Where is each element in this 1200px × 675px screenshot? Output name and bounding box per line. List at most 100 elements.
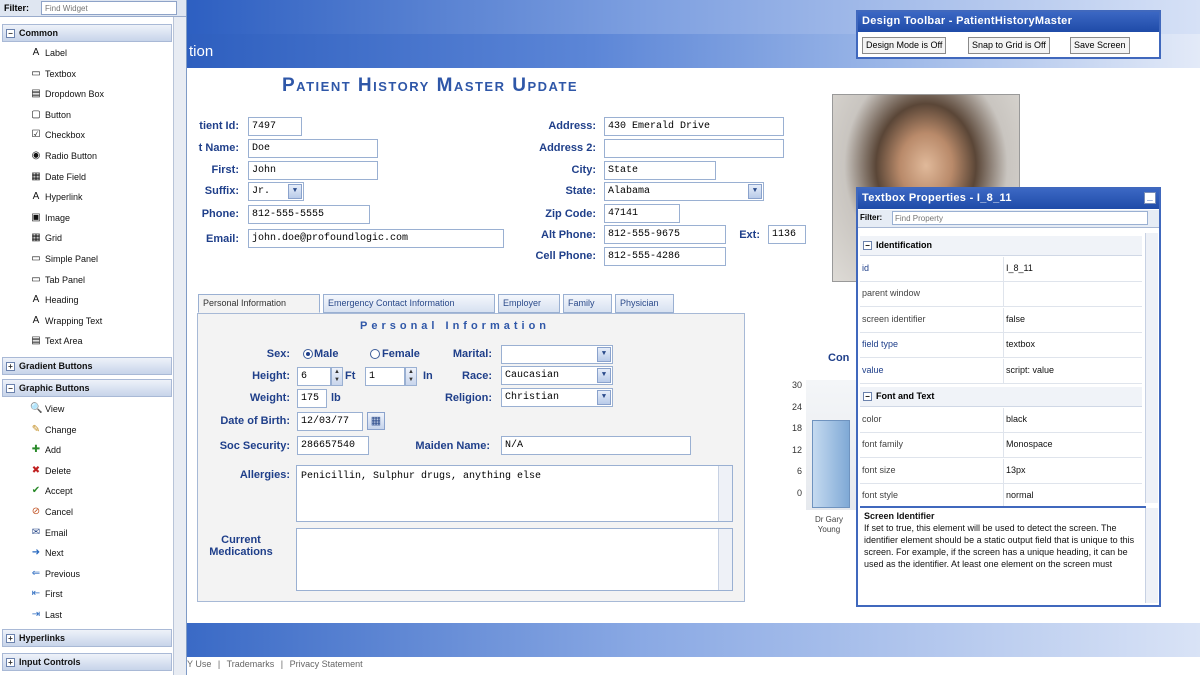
properties-title-bar[interactable]: Textbox Properties - I_8_11 _ bbox=[858, 189, 1159, 209]
group-identification[interactable]: − Identification bbox=[860, 236, 1142, 256]
widget-item[interactable]: ✉ Email bbox=[30, 526, 68, 540]
collapse-icon[interactable]: − bbox=[6, 384, 15, 393]
property-value[interactable]: script: value bbox=[1003, 358, 1142, 384]
chevron-down-icon[interactable]: ▼ bbox=[748, 184, 762, 199]
cell-phone-field[interactable]: 812-555-4286 bbox=[604, 247, 726, 266]
city-field[interactable]: State bbox=[604, 161, 716, 180]
suffix-dropdown[interactable]: Jr. ▼ bbox=[248, 182, 304, 201]
expand-icon[interactable]: + bbox=[6, 362, 15, 371]
email-field[interactable]: john.doe@profoundlogic.com bbox=[248, 229, 504, 248]
widget-item[interactable]: A Wrapping Text bbox=[30, 314, 103, 328]
widget-item[interactable]: ⇥ Last bbox=[30, 608, 62, 622]
widget-item[interactable]: ✖ Delete bbox=[30, 464, 71, 478]
properties-scrollbar[interactable] bbox=[1145, 233, 1158, 503]
design-mode-button[interactable]: Design Mode is Off bbox=[862, 37, 947, 54]
address-field[interactable]: 430 Emerald Drive bbox=[604, 117, 784, 136]
property-value[interactable]: Monospace bbox=[1003, 433, 1142, 459]
religion-dropdown[interactable]: Christian ▼ bbox=[501, 388, 613, 407]
property-row[interactable]: screen identifier false bbox=[860, 307, 1142, 333]
footer-link-privacy[interactable]: Privacy Statement bbox=[290, 659, 363, 669]
chevron-down-icon[interactable]: ▼ bbox=[597, 390, 611, 405]
expand-icon[interactable]: + bbox=[6, 658, 15, 667]
property-filter-input[interactable] bbox=[892, 211, 1148, 225]
property-row[interactable]: field type textbox bbox=[860, 333, 1142, 359]
tab-physician[interactable]: Physician bbox=[615, 294, 674, 313]
section-common[interactable]: − Common bbox=[2, 24, 172, 42]
property-row[interactable]: font size 13px bbox=[860, 458, 1142, 484]
widget-item[interactable]: A Label bbox=[30, 46, 67, 60]
property-row[interactable]: font family Monospace bbox=[860, 433, 1142, 459]
weight-field[interactable]: 175 bbox=[297, 389, 327, 408]
widget-item[interactable]: A Heading bbox=[30, 293, 79, 307]
chevron-down-icon[interactable]: ▼ bbox=[597, 347, 611, 362]
collapse-icon[interactable]: − bbox=[6, 29, 15, 38]
section-gradient-buttons[interactable]: + Gradient Buttons bbox=[2, 357, 172, 375]
section-input-controls[interactable]: + Input Controls bbox=[2, 653, 172, 671]
race-dropdown[interactable]: Caucasian ▼ bbox=[501, 366, 613, 385]
widget-item[interactable]: ⇐ Previous bbox=[30, 567, 80, 581]
chevron-down-icon[interactable]: ▼ bbox=[597, 368, 611, 383]
collapse-icon[interactable]: − bbox=[863, 241, 872, 250]
save-screen-button[interactable]: Save Screen bbox=[1070, 37, 1130, 54]
collapse-icon[interactable]: − bbox=[863, 392, 872, 401]
chevron-down-icon[interactable]: ▼ bbox=[288, 184, 302, 199]
tab-personal-information[interactable]: Personal Information bbox=[198, 294, 320, 313]
property-row[interactable]: color black bbox=[860, 408, 1142, 433]
last-name-field[interactable]: Doe bbox=[248, 139, 378, 158]
widget-item[interactable]: ▣ Image bbox=[30, 211, 70, 225]
ssn-field[interactable]: 286657540 bbox=[297, 436, 369, 455]
minimize-icon[interactable]: _ bbox=[1144, 192, 1156, 204]
widget-item[interactable]: A Hyperlink bbox=[30, 190, 83, 204]
footer-link-terms[interactable]: Y Use bbox=[187, 659, 211, 669]
widget-item[interactable]: ◉ Radio Button bbox=[30, 149, 97, 163]
alt-phone-field[interactable]: 812-555-9675 bbox=[604, 225, 726, 244]
widget-filter-input[interactable] bbox=[41, 1, 177, 15]
widget-item[interactable]: ▭ Simple Panel bbox=[30, 252, 98, 266]
ext-field[interactable]: 1136 bbox=[768, 225, 806, 244]
property-value[interactable]: black bbox=[1003, 408, 1142, 433]
state-dropdown[interactable]: Alabama ▼ bbox=[604, 182, 764, 201]
snap-to-grid-button[interactable]: Snap to Grid is Off bbox=[968, 37, 1050, 54]
property-value[interactable]: false bbox=[1003, 307, 1142, 333]
address2-field[interactable] bbox=[604, 139, 784, 158]
widget-item[interactable]: ▭ Tab Panel bbox=[30, 273, 85, 287]
zip-field[interactable]: 47141 bbox=[604, 204, 680, 223]
widget-item[interactable]: ✚ Add bbox=[30, 443, 61, 457]
group-font-and-text[interactable]: − Font and Text bbox=[860, 387, 1142, 407]
phone-field[interactable]: 812-555-5555 bbox=[248, 205, 370, 224]
medications-scrollbar[interactable] bbox=[718, 529, 732, 590]
patient-id-field[interactable]: 7497 bbox=[248, 117, 302, 136]
widget-item[interactable]: ▭ Textbox bbox=[30, 67, 76, 81]
property-row[interactable]: value script: value bbox=[860, 358, 1142, 384]
widget-item[interactable]: ⇤ First bbox=[30, 587, 63, 601]
widget-item[interactable]: ▤ Dropdown Box bbox=[30, 87, 104, 101]
tab-family[interactable]: Family bbox=[563, 294, 612, 313]
widget-item[interactable]: ▦ Date Field bbox=[30, 170, 86, 184]
section-hyperlinks[interactable]: + Hyperlinks bbox=[2, 629, 172, 647]
property-row[interactable]: parent window bbox=[860, 282, 1142, 308]
widget-item[interactable]: ✎ Change bbox=[30, 423, 77, 437]
widget-item[interactable]: ▢ Button bbox=[30, 108, 71, 122]
property-value[interactable]: textbox bbox=[1003, 333, 1142, 359]
widget-item[interactable]: ✔ Accept bbox=[30, 484, 73, 498]
property-value[interactable]: I_8_11 bbox=[1003, 257, 1142, 282]
tab-employer[interactable]: Employer bbox=[498, 294, 560, 313]
help-scrollbar[interactable] bbox=[1145, 508, 1158, 603]
section-graphic-buttons[interactable]: − Graphic Buttons bbox=[2, 379, 172, 397]
allergies-scrollbar[interactable] bbox=[718, 466, 732, 521]
height-feet-field[interactable]: 6 bbox=[297, 367, 331, 386]
marital-dropdown[interactable]: ▼ bbox=[501, 345, 613, 364]
sex-male-radio[interactable] bbox=[303, 349, 313, 359]
tab-emergency-contact[interactable]: Emergency Contact Information bbox=[323, 294, 495, 313]
property-value[interactable]: 13px bbox=[1003, 458, 1142, 484]
height-feet-stepper[interactable]: ▲ ▼ bbox=[331, 367, 343, 386]
widget-item[interactable]: ⊘ Cancel bbox=[30, 505, 73, 519]
height-inches-field[interactable]: 1 bbox=[365, 367, 405, 386]
first-name-field[interactable]: John bbox=[248, 161, 378, 180]
maiden-name-field[interactable]: N/A bbox=[501, 436, 691, 455]
medications-textarea[interactable] bbox=[296, 528, 733, 591]
height-inches-stepper[interactable]: ▲ ▼ bbox=[405, 367, 417, 386]
widget-item[interactable]: ➜ Next bbox=[30, 546, 64, 560]
calendar-icon[interactable]: ▦ bbox=[367, 412, 385, 430]
footer-link-trademarks[interactable]: Trademarks bbox=[227, 659, 275, 669]
